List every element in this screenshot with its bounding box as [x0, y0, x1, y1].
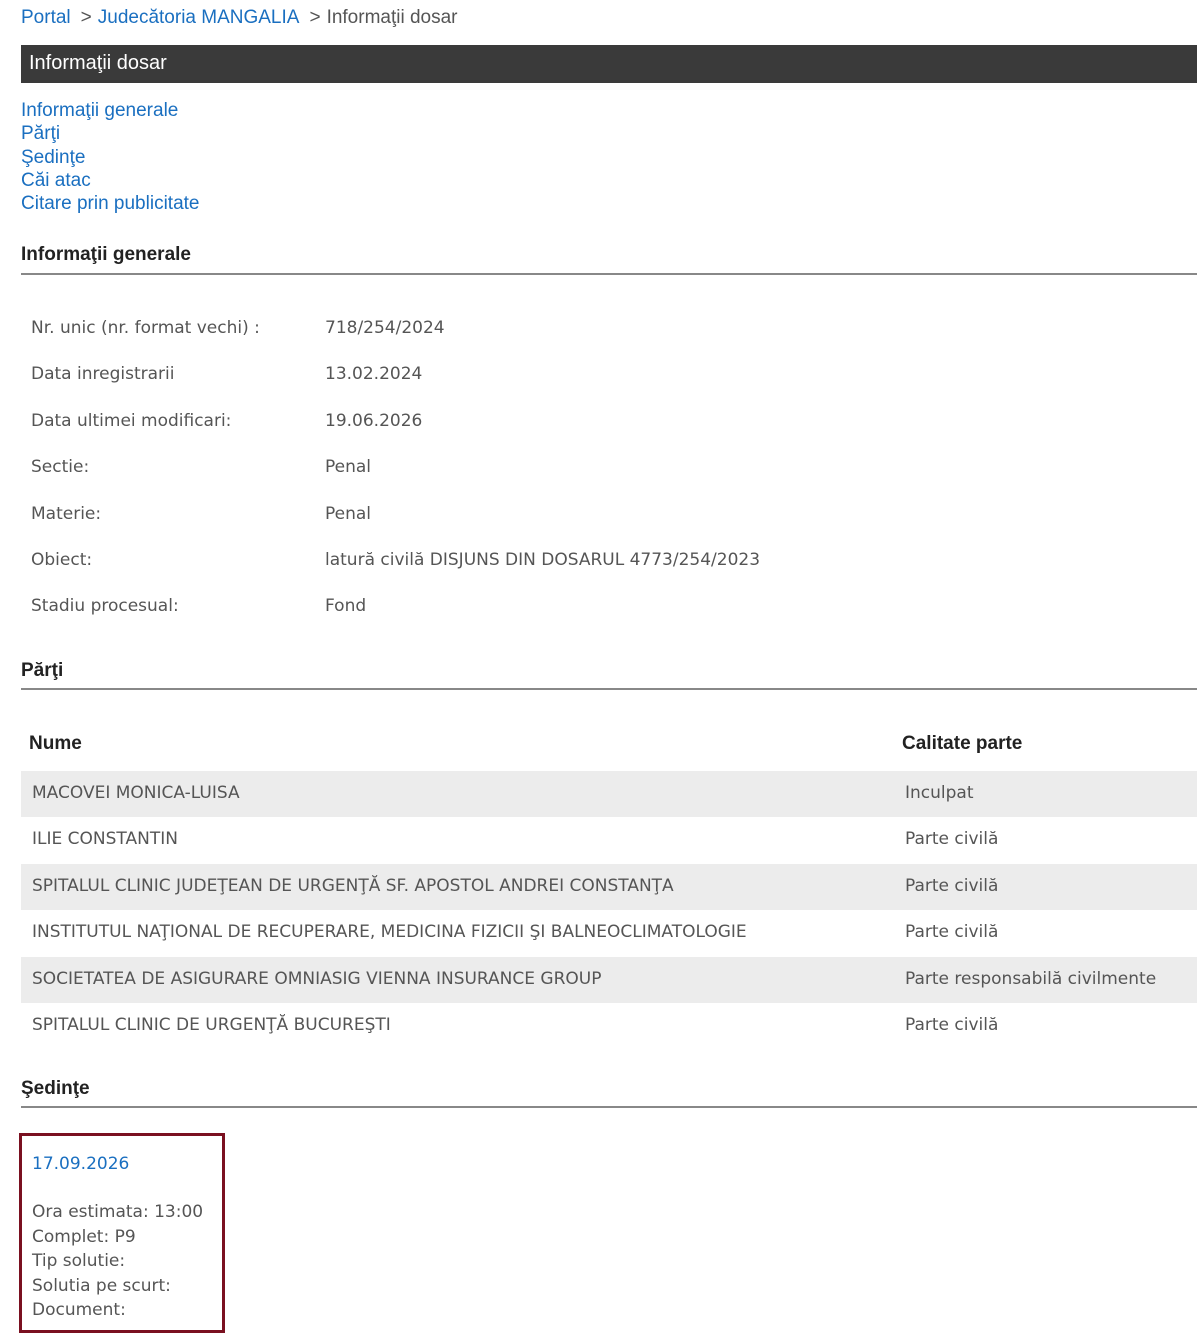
- session-solution-type: Tip solutie:: [32, 1251, 126, 1272]
- party-name: SOCIETATEA DE ASIGURARE OMNIASIG VIENNA …: [32, 968, 602, 989]
- info-label: Obiect:: [31, 549, 93, 570]
- section-divider: [21, 688, 1197, 690]
- session-solution-summary: Solutia pe scurt:: [32, 1275, 171, 1296]
- breadcrumb-separator: >: [309, 7, 321, 28]
- party-role: Parte civilă: [905, 1014, 999, 1035]
- session-panel: Complet: P9: [32, 1226, 136, 1247]
- info-value: 13.02.2024: [325, 364, 423, 385]
- info-value: latură civilă DISJUNS DIN DOSARUL 4773/2…: [325, 549, 761, 570]
- table-row: INSTITUTUL NAŢIONAL DE RECUPERARE, MEDIC…: [21, 910, 1197, 956]
- anchor-parti[interactable]: Părţi: [21, 122, 199, 145]
- session-date-link[interactable]: 17.09.2026: [32, 1154, 129, 1174]
- info-label: Data inregistrarii: [31, 364, 175, 385]
- info-value: Penal: [325, 503, 372, 524]
- section-heading-sedinte: Şedinţe: [21, 1078, 90, 1099]
- session-estimated-time: Ora estimata: 13:00: [32, 1202, 204, 1222]
- party-role: Parte responsabilă civilmente: [905, 968, 1157, 989]
- anchor-sedinte[interactable]: Şedinţe: [21, 146, 199, 169]
- table-row: MACOVEI MONICA-LUISA Inculpat: [21, 771, 1197, 818]
- info-label: Nr. unic (nr. format vechi) :: [31, 318, 260, 338]
- session-card: 17.09.2026 Ora estimata: 13:00 Complet: …: [19, 1133, 225, 1333]
- party-role: Inculpat: [905, 783, 974, 803]
- page-title: Informaţii dosar: [29, 52, 167, 74]
- breadcrumb-separator: >: [80, 7, 92, 28]
- section-divider: [21, 1106, 1197, 1108]
- column-header-calitate: Calitate parte: [902, 733, 1023, 754]
- section-anchor-nav: Informaţii generale Părţi Şedinţe Căi at…: [21, 99, 199, 215]
- page-title-bar: Informaţii dosar: [21, 45, 1197, 83]
- info-label: Sectie:: [31, 457, 90, 478]
- party-name: INSTITUTUL NAŢIONAL DE RECUPERARE, MEDIC…: [32, 922, 747, 943]
- session-details: Ora estimata: 13:00 Complet: P9 Tip solu…: [32, 1200, 203, 1323]
- party-name: ILIE CONSTANTIN: [32, 829, 178, 850]
- info-label: Data ultimei modificari:: [31, 410, 232, 431]
- table-row: ILIE CONSTANTIN Parte civilă: [21, 817, 1197, 863]
- section-heading-parti: Părţi: [21, 660, 64, 681]
- table-row: SPITALUL CLINIC DE URGENŢĂ BUCUREŞTI Par…: [21, 1003, 1197, 1049]
- breadcrumb: Portal > Judecătoria MANGALIA > Informaţii d…: [21, 6, 458, 30]
- info-value: 718/254/2024: [325, 318, 445, 338]
- anchor-informatii-generale[interactable]: Informaţii generale: [21, 99, 199, 122]
- party-name: SPITALUL CLINIC DE URGENŢĂ BUCUREŞTI: [32, 1014, 391, 1035]
- column-header-nume: Nume: [29, 733, 82, 754]
- table-row: SPITALUL CLINIC JUDEŢEAN DE URGENŢĂ SF. …: [21, 863, 1197, 911]
- anchor-cai-atac[interactable]: Căi atac: [21, 169, 199, 192]
- party-role: Parte civilă: [905, 829, 999, 850]
- info-label: Stadiu procesual:: [31, 596, 179, 617]
- session-document: Document:: [32, 1300, 126, 1321]
- breadcrumb-court-link[interactable]: Judecătoria MANGALIA: [98, 7, 300, 28]
- parties-table-header: Nume Calitate parte: [21, 730, 1197, 760]
- party-name: SPITALUL CLINIC JUDEŢEAN DE URGENŢĂ SF. …: [32, 875, 674, 896]
- party-role: Parte civilă: [905, 875, 999, 896]
- table-row: SOCIETATEA DE ASIGURARE OMNIASIG VIENNA …: [21, 956, 1197, 1003]
- info-value: 19.06.2026: [325, 410, 423, 431]
- section-heading-general: Informaţii generale: [21, 244, 191, 265]
- party-role: Parte civilă: [905, 922, 999, 943]
- info-value: Penal: [325, 457, 372, 478]
- party-name: MACOVEI MONICA-LUISA: [32, 783, 240, 803]
- anchor-citare-prin-publicitate[interactable]: Citare prin publicitate: [21, 192, 199, 215]
- section-divider: [21, 273, 1197, 275]
- parties-table: MACOVEI MONICA-LUISA Inculpat ILIE CONST…: [21, 771, 1197, 1049]
- breadcrumb-portal-link[interactable]: Portal: [21, 7, 71, 28]
- info-value: Fond: [325, 596, 367, 617]
- info-label: Materie:: [31, 503, 102, 524]
- breadcrumb-current: Informaţii dosar: [326, 7, 458, 28]
